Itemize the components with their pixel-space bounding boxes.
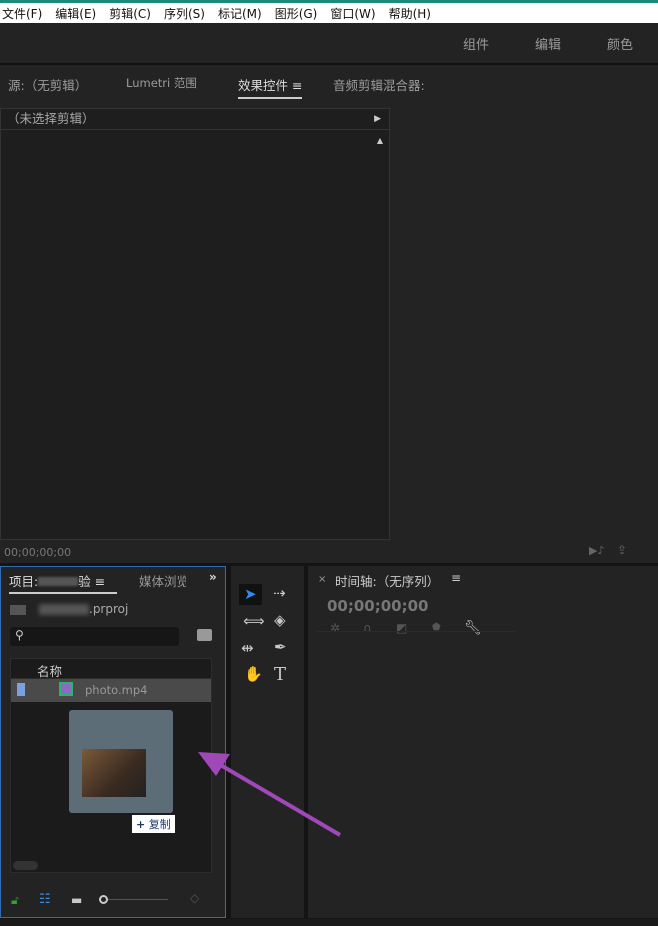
workspace-header: 组件 编辑 颜色 [0,23,658,63]
menu-edit[interactable]: 编辑(E) [55,5,96,22]
zoom-slider-handle[interactable] [99,895,108,904]
close-icon[interactable]: × [318,574,326,585]
linked-selection-icon[interactable]: ◩ [396,622,407,634]
timeline-title[interactable]: 时间轴:（无序列） [335,571,439,590]
annotation-arrow [198,752,342,837]
project-list: 名称 photo.mp4 + 复制 [10,658,212,873]
panel-menu-icon[interactable]: ≡ [292,78,302,93]
menu-help[interactable]: 帮助(H) [389,5,431,22]
panel-menu-icon[interactable]: ≡ [451,571,461,585]
menu-window[interactable]: 窗口(W) [330,5,375,22]
lock-icon[interactable]: 🔓︎ [11,894,19,906]
slip-tool-icon[interactable]: ⇹ [241,641,254,656]
export-icon[interactable]: ⇪ [617,543,627,557]
nest-icon[interactable]: ✲ [330,622,340,634]
no-clip-row: （未选择剪辑） ▶ [1,109,389,130]
tab-media-browser[interactable]: 媒体浏览 [139,571,186,590]
copy-tooltip-label: 复制 [148,818,171,831]
play-audio-icon[interactable]: ▶♪ [589,544,604,557]
scroll-up-icon[interactable]: ▲ [377,136,383,145]
tab-effect-controls-label: 效果控件 [238,78,289,93]
tab-audio-clip-mixer[interactable]: 音频剪辑混合器: [333,75,425,94]
blurred-name [38,577,79,586]
effect-controls-panel: （未选择剪辑） ▶ ▲ [0,108,390,540]
clip-name: photo.mp4 [85,683,148,697]
workspace-assembly[interactable]: 组件 [463,34,489,53]
project-tab-suffix: 验 [78,574,91,589]
pen-tool-icon[interactable]: ✒ [274,640,287,655]
more-tabs-icon[interactable]: » [209,570,217,584]
video-clip-icon [59,682,73,696]
expand-arrow-icon[interactable]: ▶ [374,109,381,129]
wrench-icon[interactable]: 🔧︎ [464,621,482,635]
tab-lumetri-scopes[interactable]: Lumetri 范围 [126,75,197,91]
track-select-tool-icon[interactable]: ⇢ [273,586,286,601]
horizontal-scrollbar[interactable] [13,861,38,870]
tab-source[interactable]: 源:（无剪辑） [8,75,87,94]
workspace-color[interactable]: 颜色 [607,34,633,53]
search-icon: ⚲ [15,628,24,642]
search-input[interactable]: ⚲ [10,627,179,646]
blurred-filename [39,604,89,615]
menu-clip[interactable]: 剪辑(C) [109,5,151,22]
no-clip-label: （未选择剪辑） [7,111,95,126]
zoom-slider[interactable] [108,899,168,900]
menu-sequence[interactable]: 序列(S) [164,5,205,22]
effect-controls-timecode: 00;00;00;00 [4,546,72,559]
tab-project[interactable]: 项目: 验 ≡ [9,571,117,594]
tab-effect-controls[interactable]: 效果控件 ≡ [238,75,303,99]
workspace-editing[interactable]: 编辑 [535,34,561,53]
status-bar [0,919,658,926]
label-color-swatch[interactable] [17,683,25,696]
type-tool-icon[interactable]: T [274,666,286,684]
hand-tool-icon[interactable]: ✋ [244,667,263,682]
column-name-header[interactable]: 名称 [37,661,62,680]
icon-view-icon[interactable]: ▬ [71,894,82,906]
menu-graphics[interactable]: 图形(G) [275,5,318,22]
project-filename: .prproj [89,602,129,616]
folder-up-icon[interactable] [10,605,26,615]
razor-tool-icon[interactable]: ◈ [274,613,286,628]
panel-menu-icon[interactable]: ≡ [95,574,105,589]
list-item[interactable]: photo.mp4 [11,679,211,702]
copy-tooltip: + 复制 [132,815,175,833]
list-view-icon[interactable]: ☷ [39,893,51,906]
selection-tool-icon[interactable]: ➤ [239,584,262,605]
project-tab-label: 项目: [9,574,39,589]
ripple-edit-tool-icon[interactable]: ⟺ [243,614,265,629]
menu-markers[interactable]: 标记(M) [218,5,262,22]
menu-file[interactable]: 文件(F) [2,5,42,22]
timeline-panel: × 时间轴:（无序列） ≡ 00;00;00;00 ✲ ∩ ◩ ⬟ 🔧︎ [308,566,658,918]
plus-icon: + [136,818,146,831]
find-bin-icon[interactable] [197,629,212,641]
clip-thumbnail-image [82,749,146,797]
sort-icon[interactable]: ◇ [190,892,199,904]
timeline-timecode[interactable]: 00;00;00;00 [327,597,429,615]
snap-icon[interactable]: ∩ [363,622,372,634]
divider [316,631,516,632]
menu-bar: 文件(F) 编辑(E) 剪辑(C) 序列(S) 标记(M) 图形(G) 窗口(W… [0,3,658,23]
drag-thumbnail [69,710,173,813]
